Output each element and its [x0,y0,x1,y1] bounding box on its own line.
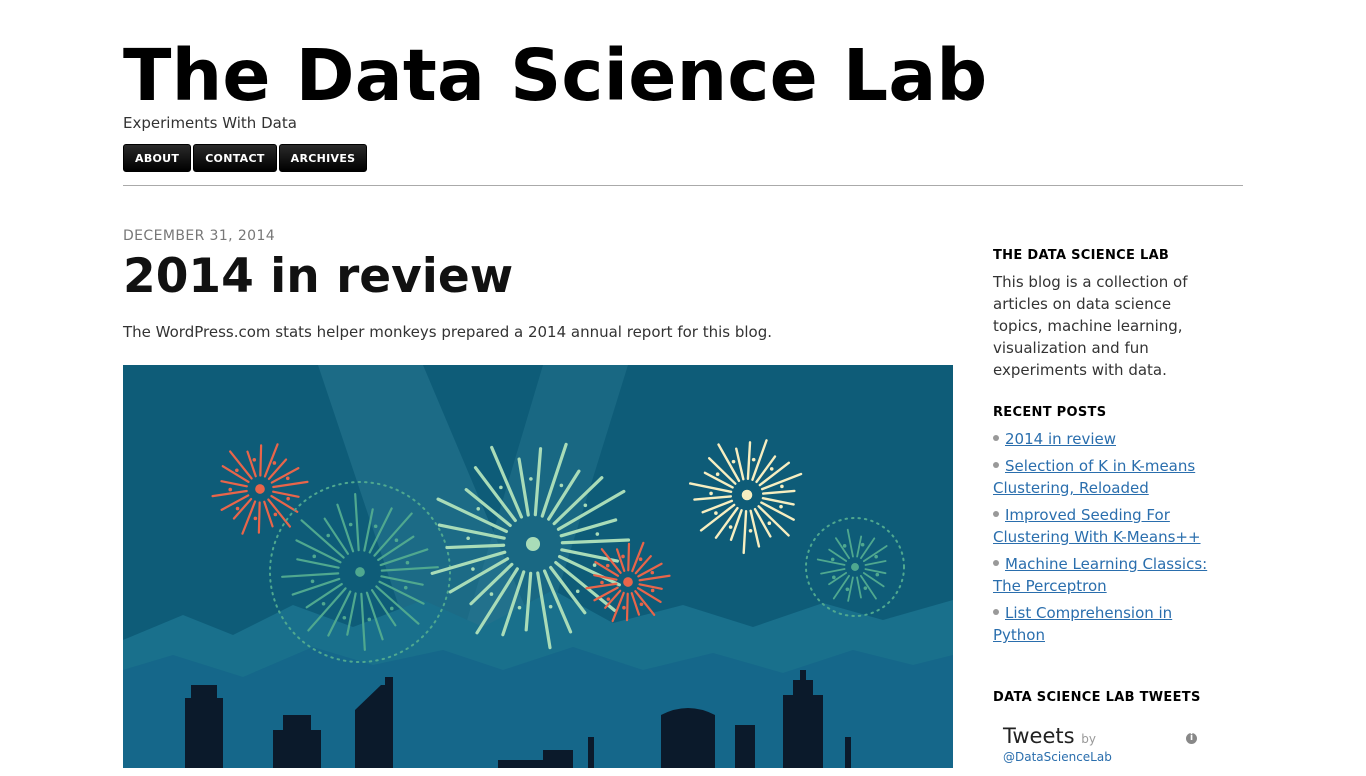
recent-posts-list: 2014 in review Selection of K in K-means… [993,428,1223,646]
recent-post-item: Machine Learning Classics: The Perceptro… [993,553,1223,597]
sidebar-about: THE DATA SCIENCE LAB This blog is a coll… [993,248,1218,381]
nav-archives-button[interactable]: ARCHIVES [278,144,368,172]
nav-contact-button[interactable]: CONTACT [193,144,277,172]
bullet-icon [993,608,999,615]
site-title[interactable]: The Data Science Lab [123,36,987,116]
about-widget-title: THE DATA SCIENCE LAB [993,248,1170,263]
about-widget-text: This blog is a collection of articles on… [993,273,1188,379]
bullet-icon [993,461,999,468]
info-icon[interactable]: i [1186,733,1197,744]
fireworks-banner-image [123,365,953,768]
recent-post-link[interactable]: 2014 in review [1005,430,1116,448]
recent-posts-title: RECENT POSTS [993,405,1107,420]
recent-post-item: 2014 in review [993,428,1223,450]
twitter-timeline-widget[interactable]: Tweets by @DataScienceLab i [993,716,1203,776]
main-nav: ABOUT CONTACT ARCHIVES [123,144,368,172]
recent-post-item: Improved Seeding For Clustering With K-M… [993,504,1223,548]
site-tagline: Experiments With Data [123,114,297,132]
bullet-icon [993,434,999,441]
recent-post-link[interactable]: List Comprehension in Python [993,604,1172,644]
fireworks-city-illustration [123,365,953,768]
recent-post-item: List Comprehension in Python [993,602,1223,646]
tweets-heading: Tweets by [1003,724,1096,748]
post-title[interactable]: 2014 in review [123,248,513,306]
post-date[interactable]: DECEMBER 31, 2014 [123,228,275,244]
post-intro: The WordPress.com stats helper monkeys p… [123,323,773,341]
bullet-icon [993,510,999,517]
header-divider [123,185,1243,186]
nav-about-button[interactable]: ABOUT [123,144,192,172]
sidebar-tweets: DATA SCIENCE LAB TWEETS [993,690,1218,705]
recent-post-link[interactable]: Selection of K in K-means Clustering, Re… [993,457,1195,497]
twitter-handle-link[interactable]: @DataScienceLab [1003,750,1112,764]
recent-post-link[interactable]: Improved Seeding For Clustering With K-M… [993,506,1201,546]
tweets-by-label: by [1081,732,1096,746]
recent-post-item: Selection of K in K-means Clustering, Re… [993,455,1223,499]
bullet-icon [993,559,999,566]
sidebar-recent-posts: RECENT POSTS 2014 in review Selection of… [993,405,1223,651]
tweets-widget-title: DATA SCIENCE LAB TWEETS [993,690,1201,705]
recent-post-link[interactable]: Machine Learning Classics: The Perceptro… [993,555,1207,595]
tweets-heading-text: Tweets [1003,724,1075,748]
